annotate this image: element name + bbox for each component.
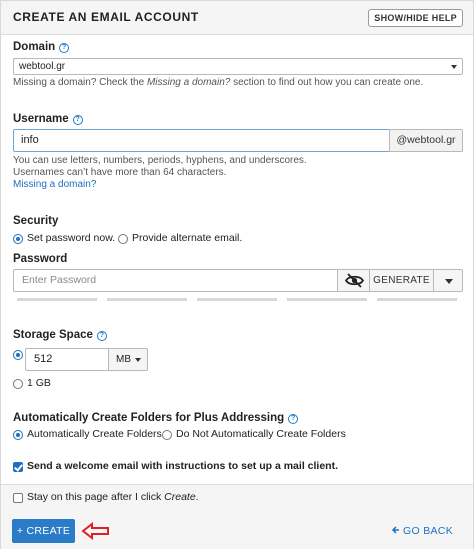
password-strength-segment [107,298,187,301]
create-email-panel: CREATE AN EMAIL ACCOUNT SHOW/HIDE HELP D… [0,0,474,549]
username-hint-2: Usernames can’t have more than 64 charac… [13,167,227,178]
welcome-email-label[interactable]: Send a welcome email with instructions t… [27,460,338,472]
eye-slash-icon [344,273,365,288]
radio-storage-1gb[interactable] [13,379,23,389]
toggle-password-visibility-button[interactable] [337,269,370,292]
radio-provide-alternate-email[interactable] [118,234,128,244]
welcome-email-checkbox[interactable] [13,462,23,472]
storage-label-text: Storage Space [13,329,93,341]
storage-label: Storage Space? [13,329,107,341]
storage-unit-dropdown[interactable]: MB [108,348,148,371]
no-auto-create-folders-label[interactable]: Do Not Automatically Create Folders [176,428,346,440]
password-strength-segment [377,298,457,301]
domain-label-text: Domain [13,41,56,53]
domain-hint-prefix: Missing a domain? Check the [13,77,147,88]
password-label: Password [13,253,68,265]
domain-hint-emph: Missing a domain? [146,77,231,88]
question-circle-icon[interactable]: ? [96,331,107,341]
arrow-left-circle-icon [391,526,400,534]
go-back-link[interactable]: GO BACK [391,525,453,537]
username-domain-suffix: @webtool.gr [389,129,463,152]
plus-addressing-label: Automatically Create Folders for Plus Ad… [13,412,299,424]
domain-select[interactable]: webtool.gr [13,58,463,75]
username-input[interactable]: info [13,129,390,152]
password-strength-segment [197,298,277,301]
show-hide-help-button[interactable]: SHOW/HIDE HELP [368,9,463,27]
domain-hint: Missing a domain? Check the Missing a do… [13,77,423,88]
auto-create-folders-label[interactable]: Automatically Create Folders [27,428,162,440]
password-input[interactable]: Enter Password [13,269,338,292]
set-password-now-label[interactable]: Set password now. [27,232,115,244]
caret-down-icon [135,358,141,362]
question-circle-icon[interactable]: ? [288,414,299,424]
username-hint-1: You can use letters, numbers, periods, h… [13,155,307,166]
provide-alternate-email-label[interactable]: Provide alternate email. [132,232,242,244]
generate-options-dropdown[interactable] [433,269,463,292]
radio-no-auto-create-folders[interactable] [162,430,172,440]
domain-hint-suffix: section to find out how you can create o… [230,77,424,88]
storage-1gb-label[interactable]: 1 GB [27,377,51,389]
radio-set-password-now[interactable] [13,234,23,244]
domain-label: Domain? [13,41,70,53]
stay-on-page-label[interactable]: Stay on this page after I click Create. [27,491,199,503]
stay-on-page-label-suffix: . [195,491,199,503]
question-circle-icon[interactable]: ? [72,115,83,125]
domain-select-value: webtool.gr [19,61,66,72]
generate-password-button[interactable]: GENERATE [369,269,434,292]
security-label: Security [13,215,59,227]
radio-storage-custom[interactable] [13,350,23,360]
go-back-label: GO BACK [403,525,453,537]
question-circle-icon[interactable]: ? [59,43,70,53]
username-label-text: Username [13,113,69,125]
missing-domain-link[interactable]: Missing a domain? [13,179,96,190]
password-strength-segment [287,298,367,301]
radio-auto-create-folders[interactable] [13,430,23,440]
page-title: CREATE AN EMAIL ACCOUNT [13,10,199,24]
password-strength-segment [17,298,97,301]
panel-header: CREATE AN EMAIL ACCOUNT SHOW/HIDE HELP [1,1,473,35]
stay-on-page-label-prefix: Stay on this page after I click [27,491,165,503]
storage-unit-value: MB [116,354,131,365]
stay-on-page-label-emph: Create [164,491,196,503]
caret-down-icon [451,65,457,69]
username-label: Username? [13,113,83,125]
stay-on-page-checkbox[interactable] [13,493,23,503]
create-button[interactable]: + CREATE [12,519,75,543]
storage-quantity-input[interactable]: 512 [25,348,109,371]
red-arrow-left-icon [81,522,109,540]
plus-addressing-label-text: Automatically Create Folders for Plus Ad… [13,412,285,424]
